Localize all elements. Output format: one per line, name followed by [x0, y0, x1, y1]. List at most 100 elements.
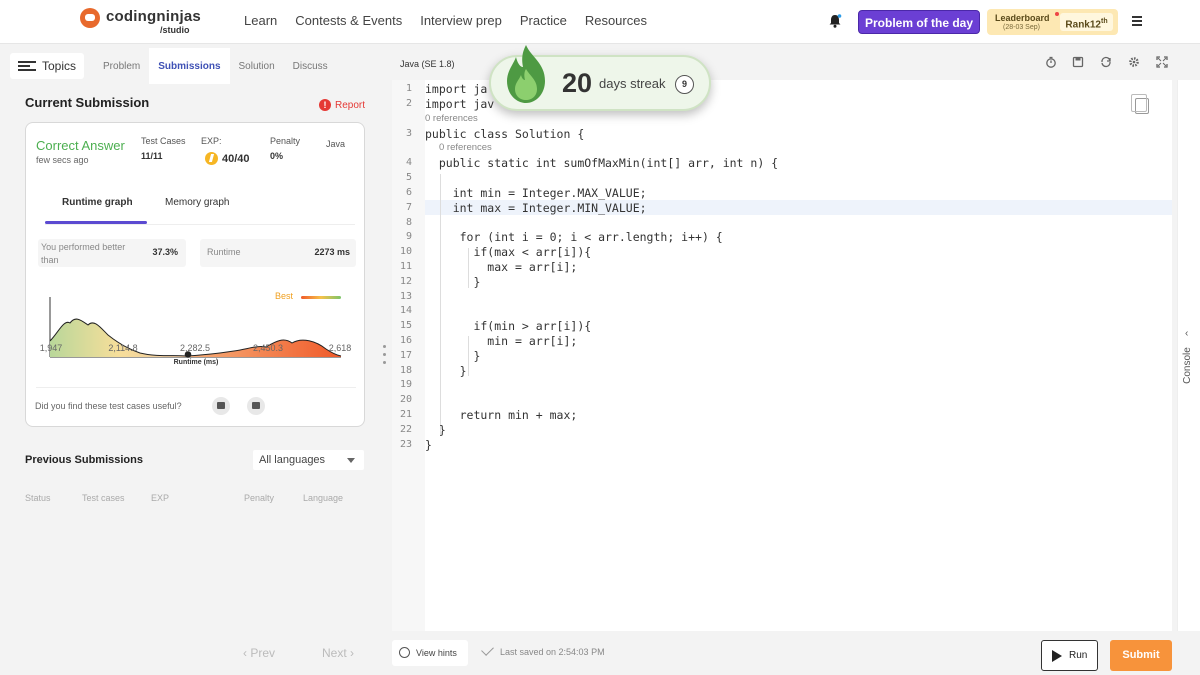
nav-learn[interactable]: Learn [244, 13, 277, 28]
save-icon[interactable] [1072, 56, 1084, 68]
x-tick: 1,947 [39, 343, 63, 353]
divider [36, 387, 356, 388]
line-number: 18 [399, 364, 412, 376]
code-lens-references[interactable]: 0 references [439, 142, 492, 153]
submit-button[interactable]: Submit [1110, 640, 1172, 671]
x-tick: 2,282.5 [179, 343, 211, 353]
timer-icon[interactable] [1045, 56, 1057, 68]
leaderboard-dates: (28-03 Sep) [1003, 24, 1040, 31]
code-line: if(min > arr[i]){ [425, 319, 592, 334]
brand-name: codingninjas [106, 8, 201, 25]
exp-value: 40/40 [222, 152, 250, 165]
code-line: } [425, 437, 432, 452]
nav-resources[interactable]: Resources [585, 13, 647, 28]
reset-icon[interactable] [1100, 56, 1112, 68]
x-tick: 2,450.3 [252, 343, 284, 353]
line-number: 14 [399, 305, 412, 317]
submission-time: few secs ago [36, 155, 89, 165]
line-number: 10 [399, 246, 412, 258]
brand-sub: /studio [160, 25, 190, 35]
line-number: 9 [405, 231, 412, 243]
checkmark-icon [481, 643, 494, 656]
language-filter-select[interactable]: All languages [253, 450, 364, 470]
tab-submissions[interactable]: Submissions [149, 48, 230, 84]
prev-label: Prev [250, 646, 276, 660]
gear-icon[interactable] [1128, 56, 1140, 68]
code-line: return min + max; [425, 408, 578, 422]
x-tick: 2,618 [328, 343, 352, 353]
menu-lines-icon [18, 60, 36, 72]
next-label: Next [322, 646, 347, 660]
tab-problem[interactable]: Problem [94, 48, 149, 84]
problem-of-the-day-button[interactable]: Problem of the day [858, 10, 980, 34]
lightning-icon [205, 152, 218, 165]
graph-tabs: Runtime graph Memory graph [45, 183, 355, 225]
runtime-stat: Runtime 2273 ms [200, 239, 356, 267]
code-line: if(max < arr[i]){ [425, 245, 592, 260]
line-number: 1 [405, 83, 412, 94]
x-axis-ticks: 1,947 2,114.8 2,282.5 2,450.3 2,618 [26, 343, 366, 357]
resize-handle[interactable] [383, 345, 386, 369]
code-line: import jav [425, 96, 495, 111]
x-axis-label: Runtime (ms) [173, 359, 219, 366]
line-number: 7 [405, 201, 412, 213]
line-number: 5 [405, 172, 412, 184]
line-number: 16 [399, 335, 412, 346]
view-hints-button[interactable]: View hints [392, 640, 468, 666]
language-picker[interactable]: Java (SE 1.8) [400, 59, 504, 69]
bell-icon[interactable] [828, 14, 842, 28]
prev-page-button[interactable]: ‹ Prev [243, 646, 275, 660]
line-number: 21 [399, 409, 412, 420]
report-label: Report [335, 99, 366, 111]
tab-solution[interactable]: Solution [230, 48, 284, 84]
code-editor[interactable]: 1 import ja 2 import jav 0 references 3 public… [392, 80, 1172, 631]
previous-submissions-title: Previous Submissions [25, 454, 143, 466]
tab-memory-graph[interactable]: Memory graph [165, 197, 229, 208]
code-line: for (int i = 0; i < arr.length; i++) { [425, 230, 723, 245]
code-line: int max = Integer.MIN_VALUE; [425, 200, 647, 215]
run-button[interactable]: Run [1041, 640, 1098, 671]
topics-button[interactable]: Topics [10, 53, 85, 79]
code-line: } [425, 348, 481, 363]
language-picker-value: Java (SE 1.8) [400, 59, 455, 69]
flame-icon [507, 45, 545, 103]
active-tab-indicator [45, 221, 147, 224]
leaderboard-widget[interactable]: Leaderboard (28-03 Sep) Rank12th [987, 9, 1118, 35]
console-panel[interactable]: ‹ Console [1177, 80, 1200, 631]
report-button[interactable]: ! Report [319, 99, 365, 111]
tab-runtime-graph[interactable]: Runtime graph [62, 197, 133, 208]
line-number: 8 [405, 216, 412, 228]
streak-popup[interactable]: 20 days streak 9 [489, 45, 711, 111]
runtime-label: Runtime [207, 247, 241, 257]
nav-contests[interactable]: Contests & Events [295, 13, 402, 28]
code-lens-references[interactable]: 0 references [425, 113, 478, 124]
notification-dot-icon [1055, 12, 1059, 16]
runtime-value: 2273 ms [314, 247, 350, 257]
code-line: } [425, 274, 481, 289]
rank-label: Rank [1065, 19, 1090, 31]
penalty-value: 0% [270, 151, 284, 161]
thumbs-up-icon[interactable] [212, 397, 230, 415]
streak-count: 20 [562, 68, 593, 98]
exp-value-group: 40/40 [205, 152, 250, 165]
code-line: min = arr[i]; [425, 334, 578, 348]
nav-practice[interactable]: Practice [520, 13, 567, 28]
tab-discuss[interactable]: Discuss [284, 48, 337, 84]
copy-icon[interactable] [1131, 94, 1149, 114]
fullscreen-icon[interactable] [1156, 56, 1168, 68]
penalty-label: Penalty [270, 136, 301, 146]
alert-icon: ! [319, 99, 331, 111]
current-submission-title: Current Submission [25, 95, 150, 110]
next-page-button[interactable]: Next › [322, 646, 354, 660]
code-line: int min = Integer.MAX_VALUE; [425, 186, 647, 200]
editor-footer: View hints Last saved on 2:54:03 PM Run … [392, 631, 1200, 675]
thumbs-down-icon[interactable] [247, 397, 265, 415]
topics-label: Topics [42, 59, 77, 73]
nav-interview-prep[interactable]: Interview prep [420, 13, 502, 28]
useful-question: Did you find these test cases useful? [35, 401, 182, 411]
language-filter-value: All languages [259, 454, 326, 466]
code-line: } [425, 422, 446, 437]
column-header-language: Language [303, 493, 344, 503]
hamburger-menu-icon[interactable] [1132, 16, 1142, 26]
run-label: Run [1069, 650, 1088, 661]
